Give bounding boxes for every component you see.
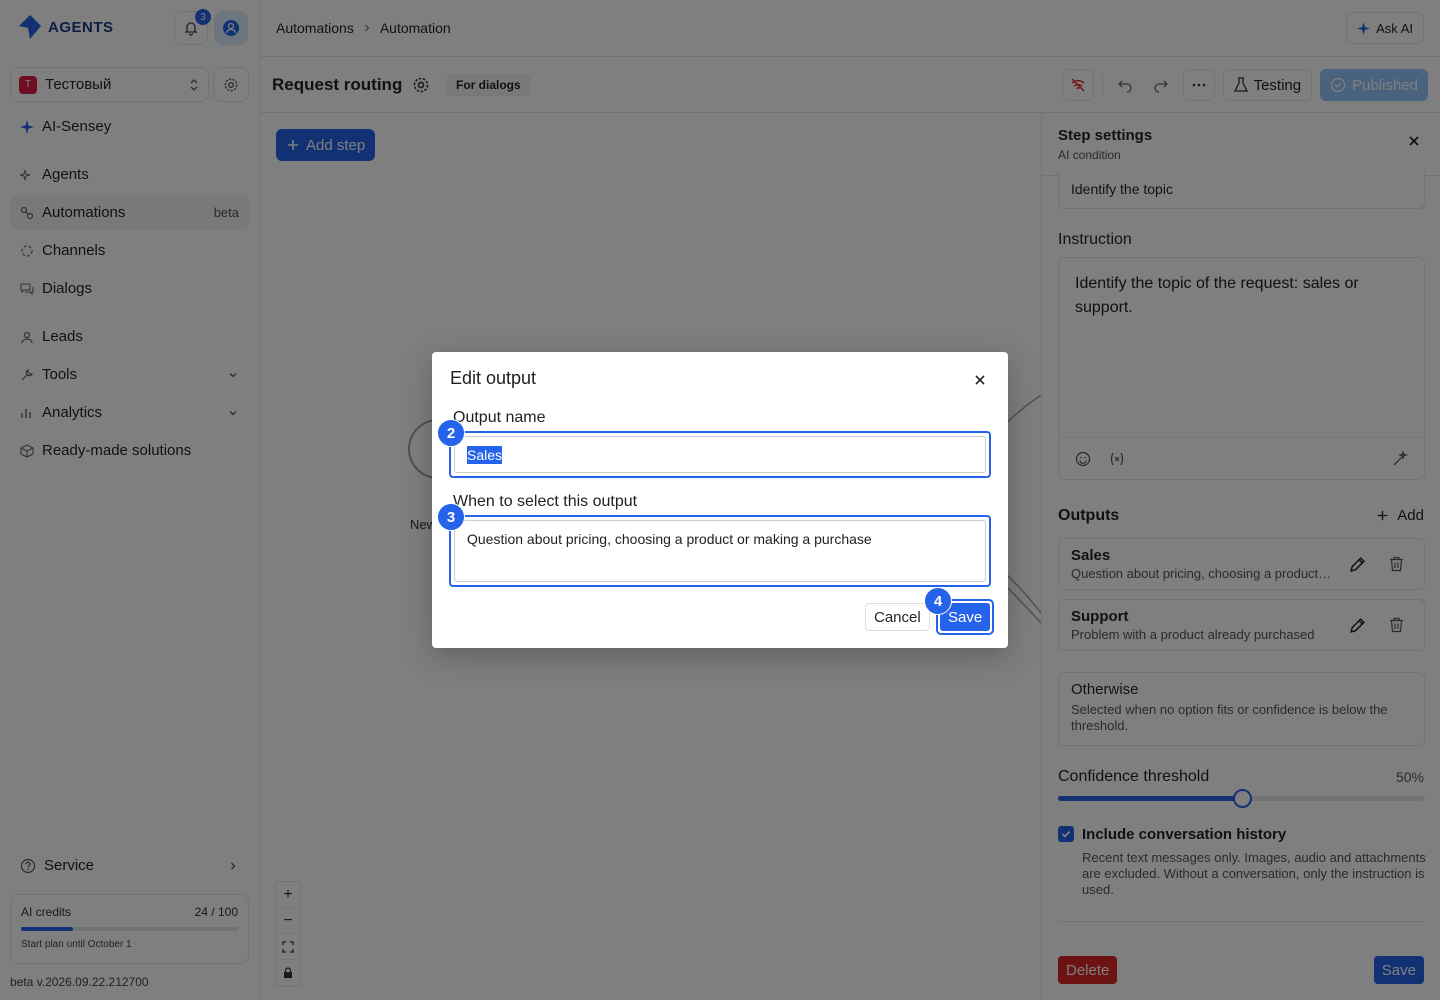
output-name-input[interactable]: Sales (454, 436, 986, 473)
cancel-button[interactable]: Cancel (865, 603, 930, 631)
output-name-field[interactable]: Sales (449, 431, 991, 478)
step-marker: 2 (437, 419, 465, 447)
edit-output-dialog: Edit output Output name Sales When to se… (432, 352, 1008, 648)
condition-label: When to select this output (453, 493, 638, 510)
step-marker: 4 (924, 587, 952, 615)
close-dialog-button[interactable] (974, 374, 986, 386)
output-name-label: Output name (453, 409, 546, 426)
output-name-value: Sales (467, 445, 503, 464)
condition-textarea[interactable]: Question about pricing, choosing a produ… (454, 520, 986, 582)
condition-field[interactable]: Question about pricing, choosing a produ… (449, 515, 991, 587)
close-icon (975, 375, 985, 385)
dialog-title: Edit output (450, 368, 537, 388)
step-marker: 3 (437, 503, 465, 531)
